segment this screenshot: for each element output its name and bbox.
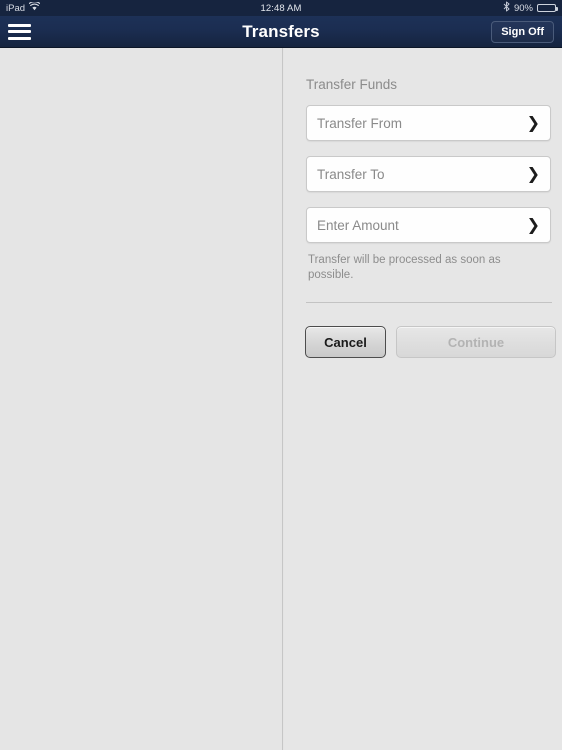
ipad-screen: iPad 12:48 AM 90% Transfers Sign Off Tra… — [0, 0, 562, 750]
battery-icon — [537, 3, 558, 13]
hamburger-menu-icon[interactable] — [8, 23, 31, 41]
transfer-from-field[interactable]: Transfer From ❯ — [306, 105, 551, 141]
sign-off-button[interactable]: Sign Off — [491, 20, 554, 43]
status-bar-right: 90% — [503, 1, 558, 15]
status-bar: iPad 12:48 AM 90% — [0, 0, 562, 16]
transfer-funds-panel: Transfer Funds Transfer From ❯ Transfer … — [284, 48, 562, 750]
cancel-button[interactable]: Cancel — [305, 326, 386, 358]
action-button-row: Cancel Continue — [305, 326, 556, 358]
chevron-right-icon: ❯ — [526, 164, 540, 183]
chevron-right-icon: ❯ — [526, 215, 540, 234]
section-divider — [306, 302, 552, 303]
transfer-to-label: Transfer To — [317, 166, 385, 182]
helper-text: Transfer will be processed as soon as po… — [308, 254, 501, 282]
section-title: Transfer Funds — [306, 77, 398, 92]
continue-button[interactable]: Continue — [396, 326, 556, 358]
page-title: Transfers — [242, 21, 320, 41]
bluetooth-icon — [503, 1, 510, 15]
enter-amount-field[interactable]: Enter Amount ❯ — [306, 207, 551, 243]
chevron-right-icon: ❯ — [526, 113, 540, 132]
navigation-bar: Transfers Sign Off — [0, 16, 562, 48]
status-bar-time: 12:48 AM — [260, 2, 302, 14]
content-area: Transfer Funds Transfer From ❯ Transfer … — [0, 48, 562, 750]
battery-percent-label: 90% — [513, 2, 533, 14]
enter-amount-label: Enter Amount — [317, 217, 399, 233]
transfer-from-label: Transfer From — [317, 115, 403, 131]
transfer-to-field[interactable]: Transfer To ❯ — [306, 156, 551, 192]
left-empty-pane — [0, 48, 283, 750]
